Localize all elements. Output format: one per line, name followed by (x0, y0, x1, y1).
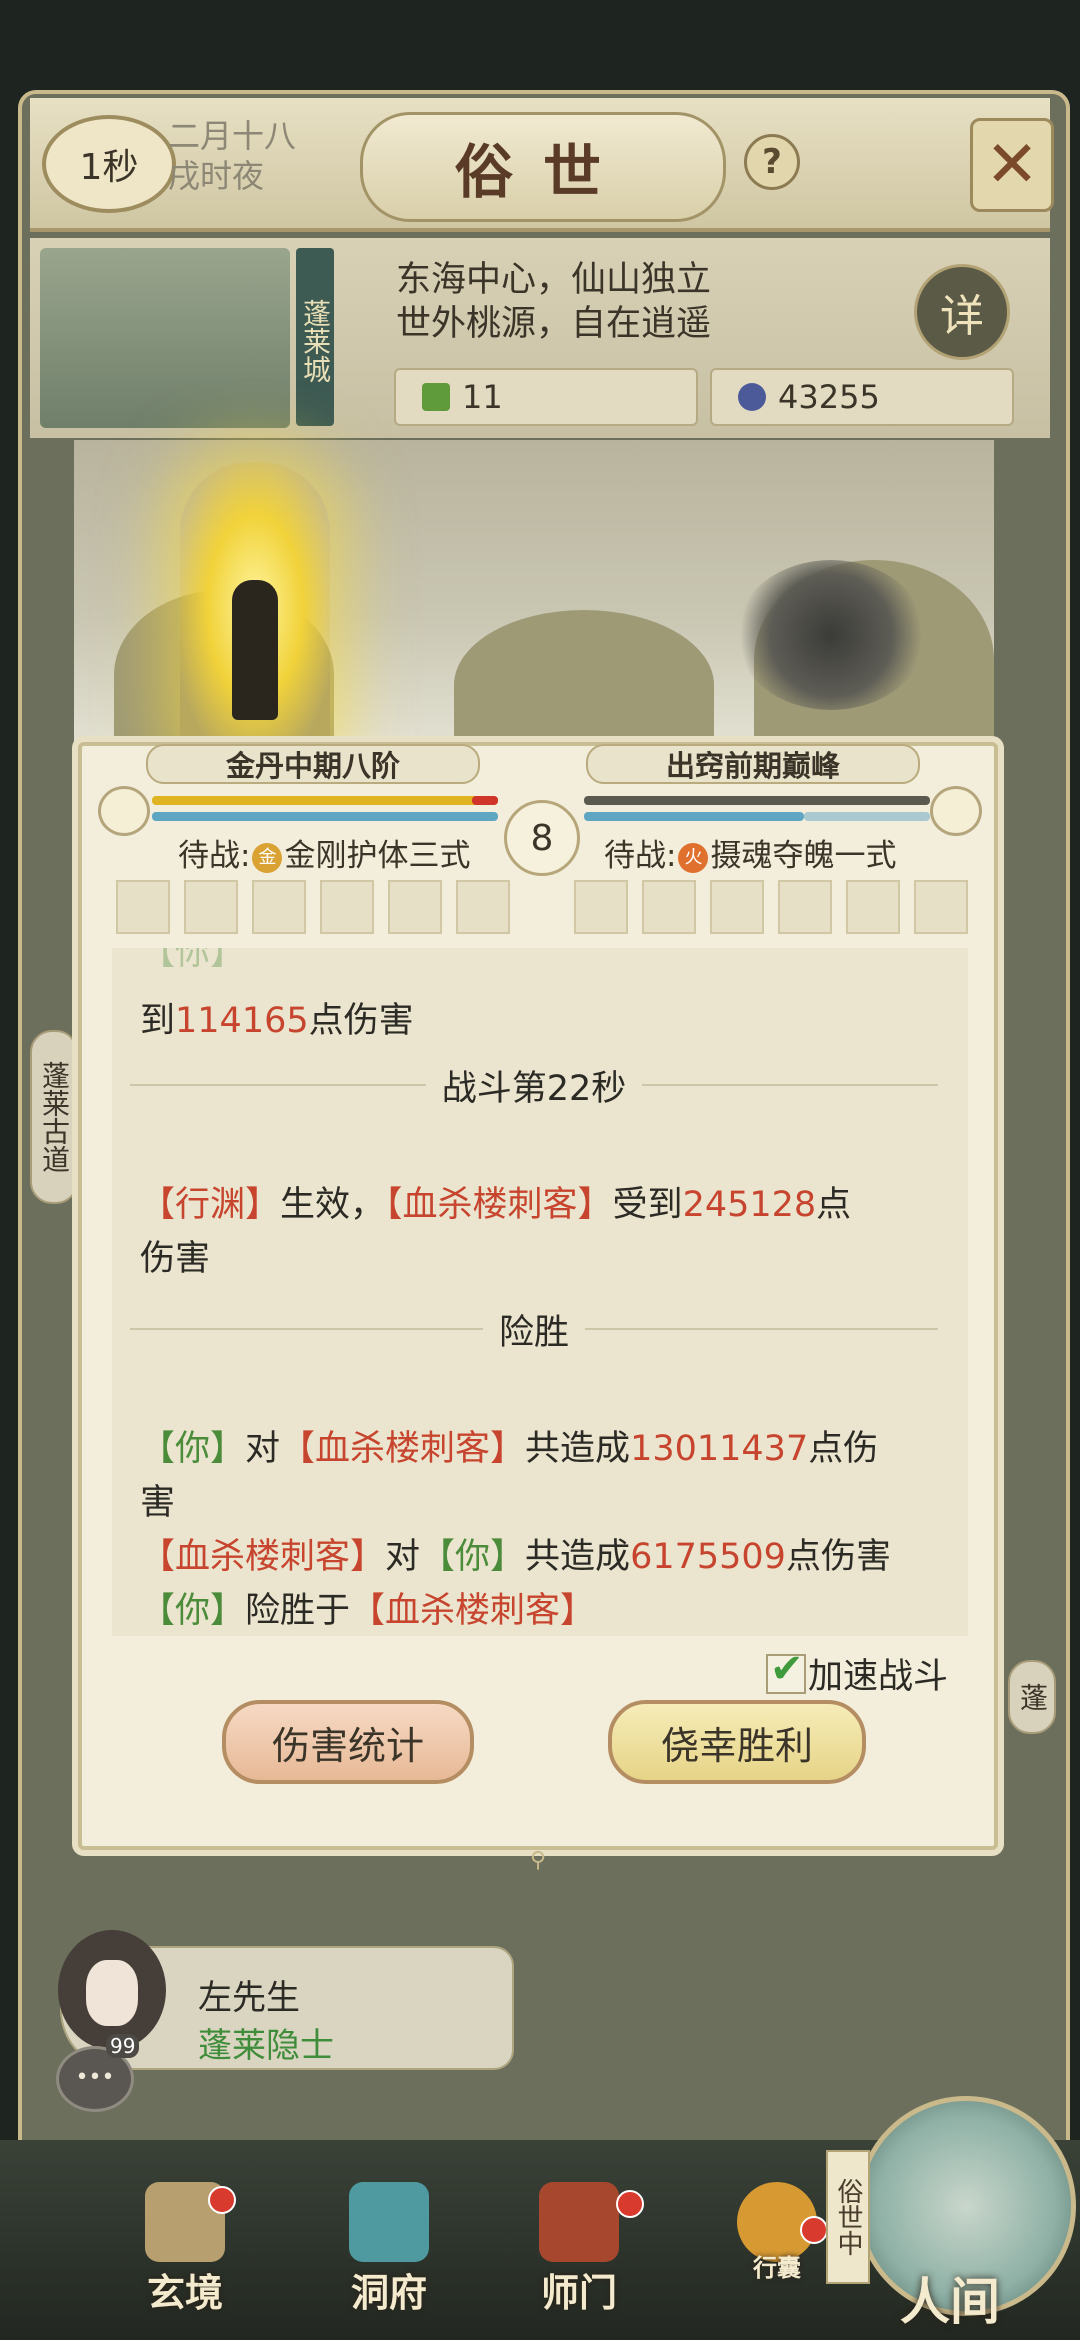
enemy-skill-slot[interactable] (710, 880, 764, 934)
log-line: 到114165点伤害 (140, 1001, 414, 1041)
enemy-skill-slot[interactable] (574, 880, 628, 934)
enemy-hp-bar (584, 796, 930, 805)
date-line1: 二月十八 (168, 117, 297, 155)
resource-leaf-value: 11 (462, 378, 503, 416)
nav-label: 玄境 (146, 2270, 223, 2315)
nav-item-dongfu[interactable]: 洞府 (314, 2140, 464, 2320)
npc-title: 蓬莱隐士 (198, 2026, 334, 2066)
chat-bubble-icon: ••• (75, 2065, 115, 2090)
player-character (232, 580, 278, 720)
close-button[interactable]: ✕ (970, 118, 1054, 212)
resource-leaf: 11 (394, 368, 698, 426)
player-scroll-icon[interactable] (98, 786, 150, 836)
checkmark-icon: ✔ (770, 1646, 804, 1692)
player-hp-bar (152, 796, 498, 805)
enemy-skill-slot[interactable] (914, 880, 968, 934)
damage-stats-button[interactable]: 伤害统计 (222, 1700, 474, 1784)
log-line-cut: 【你】 (140, 948, 246, 973)
enemy-mp-bar (584, 812, 804, 821)
banner-icon (539, 2182, 619, 2262)
nav-item-shimen[interactable]: 师门 (504, 2140, 654, 2320)
battle-log[interactable]: 【你】 到114165点伤害 战斗第22秒 【行渊】生效，【血杀楼刺客】受到24… (112, 948, 968, 1636)
player-hp-bar-end (472, 796, 498, 805)
log-line: 【你】险胜于【血杀楼刺客】 (140, 1591, 596, 1631)
metal-element-icon: 金 (252, 842, 283, 873)
npc-name: 左先生 (198, 1978, 300, 2018)
nav-label: 师门 (540, 2270, 617, 2315)
resource-coin: 43255 (710, 368, 1014, 426)
player-stance: 待战: 金金刚护体三式 (178, 830, 470, 875)
side-tag-road[interactable]: 蓬莱古道 (30, 1030, 78, 1204)
side-tag-right[interactable]: 蓬 (1008, 1660, 1056, 1734)
resource-coin-value: 43255 (778, 378, 880, 416)
notification-dot (800, 2216, 828, 2244)
avatar-face (86, 1960, 138, 2026)
log-line: 【你】对【血杀楼刺客】共造成13011437点伤 (140, 1429, 879, 1469)
log-line: 害 (140, 1483, 176, 1523)
location-desc-line1: 东海中心，仙山独立 (396, 260, 712, 300)
nav-item-xuanjing[interactable]: 玄境 (110, 2140, 260, 2320)
location-description: 东海中心，仙山独立 世外桃源，自在逍遥 (396, 258, 916, 346)
log-line: 【行渊】生效，【血杀楼刺客】受到245128点 (140, 1185, 852, 1225)
game-date: 二月十八 戌时夜 (168, 116, 308, 196)
log-line: 【血杀楼刺客】对【你】共造成6175509点伤害 (140, 1537, 891, 1577)
location-desc-line2: 世外桃源，自在逍遥 (396, 304, 712, 344)
close-icon: ✕ (985, 128, 1039, 202)
page-title: 俗世 (360, 112, 726, 222)
help-button[interactable]: ? (744, 134, 800, 190)
fire-element-icon: 火 (678, 842, 709, 873)
enemy-scroll-icon[interactable] (930, 786, 982, 836)
player-skill-slot[interactable] (388, 880, 442, 934)
player-skill-slot[interactable] (116, 880, 170, 934)
speed-label[interactable]: 加速战斗 (808, 1648, 948, 1699)
player-stance-prefix: 待战: (178, 838, 251, 874)
log-separator: 险胜 (130, 1302, 939, 1356)
timer-badge: 1秒 (42, 115, 176, 213)
enemy-stance: 待战: 火摄魂夺魄一式 (604, 830, 896, 875)
player-skill-slot[interactable] (320, 880, 374, 934)
enemy-skill-slot[interactable] (778, 880, 832, 934)
notification-dot (616, 2190, 644, 2218)
player-stance-skill: 金刚护体三式 (284, 838, 471, 874)
city-illustration (40, 248, 290, 428)
enemy-skill-slot[interactable] (642, 880, 696, 934)
enemy-mp-bar-rest (804, 812, 930, 821)
player-skill-slot[interactable] (252, 880, 306, 934)
enemy-stance-prefix: 待战: (604, 838, 677, 874)
leaf-icon (422, 383, 450, 411)
enemy-rank: 出窍前期巅峰 (586, 744, 920, 784)
player-skill-slot[interactable] (456, 880, 510, 934)
detail-button[interactable]: 详 (914, 264, 1010, 360)
city-banner: 蓬莱城 (296, 248, 334, 426)
round-counter: 8 (504, 800, 580, 876)
enemy-stance-skill: 摄魂夺魄一式 (710, 838, 897, 874)
enemy-smoke (736, 560, 926, 710)
world-status-tag: 俗世中 (826, 2150, 870, 2284)
scroll-handle-icon: ⚲ (530, 1848, 547, 1873)
date-line2: 戌时夜 (168, 157, 265, 195)
coin-icon (738, 383, 766, 411)
chat-count-badge: 99 (106, 2034, 140, 2058)
world-label: 人间 (900, 2272, 1000, 2331)
player-rank: 金丹中期八阶 (146, 744, 480, 784)
notification-dot (208, 2186, 236, 2214)
pavilion-icon (349, 2182, 429, 2262)
log-separator: 战斗第22秒 (130, 1058, 939, 1112)
nav-label: 洞府 (350, 2270, 427, 2315)
mountain (454, 610, 714, 760)
player-skill-slot[interactable] (184, 880, 238, 934)
victory-button[interactable]: 侥幸胜利 (608, 1700, 866, 1784)
enemy-skill-slot[interactable] (846, 880, 900, 934)
player-mp-bar (152, 812, 498, 821)
log-line: 伤害 (140, 1239, 211, 1279)
